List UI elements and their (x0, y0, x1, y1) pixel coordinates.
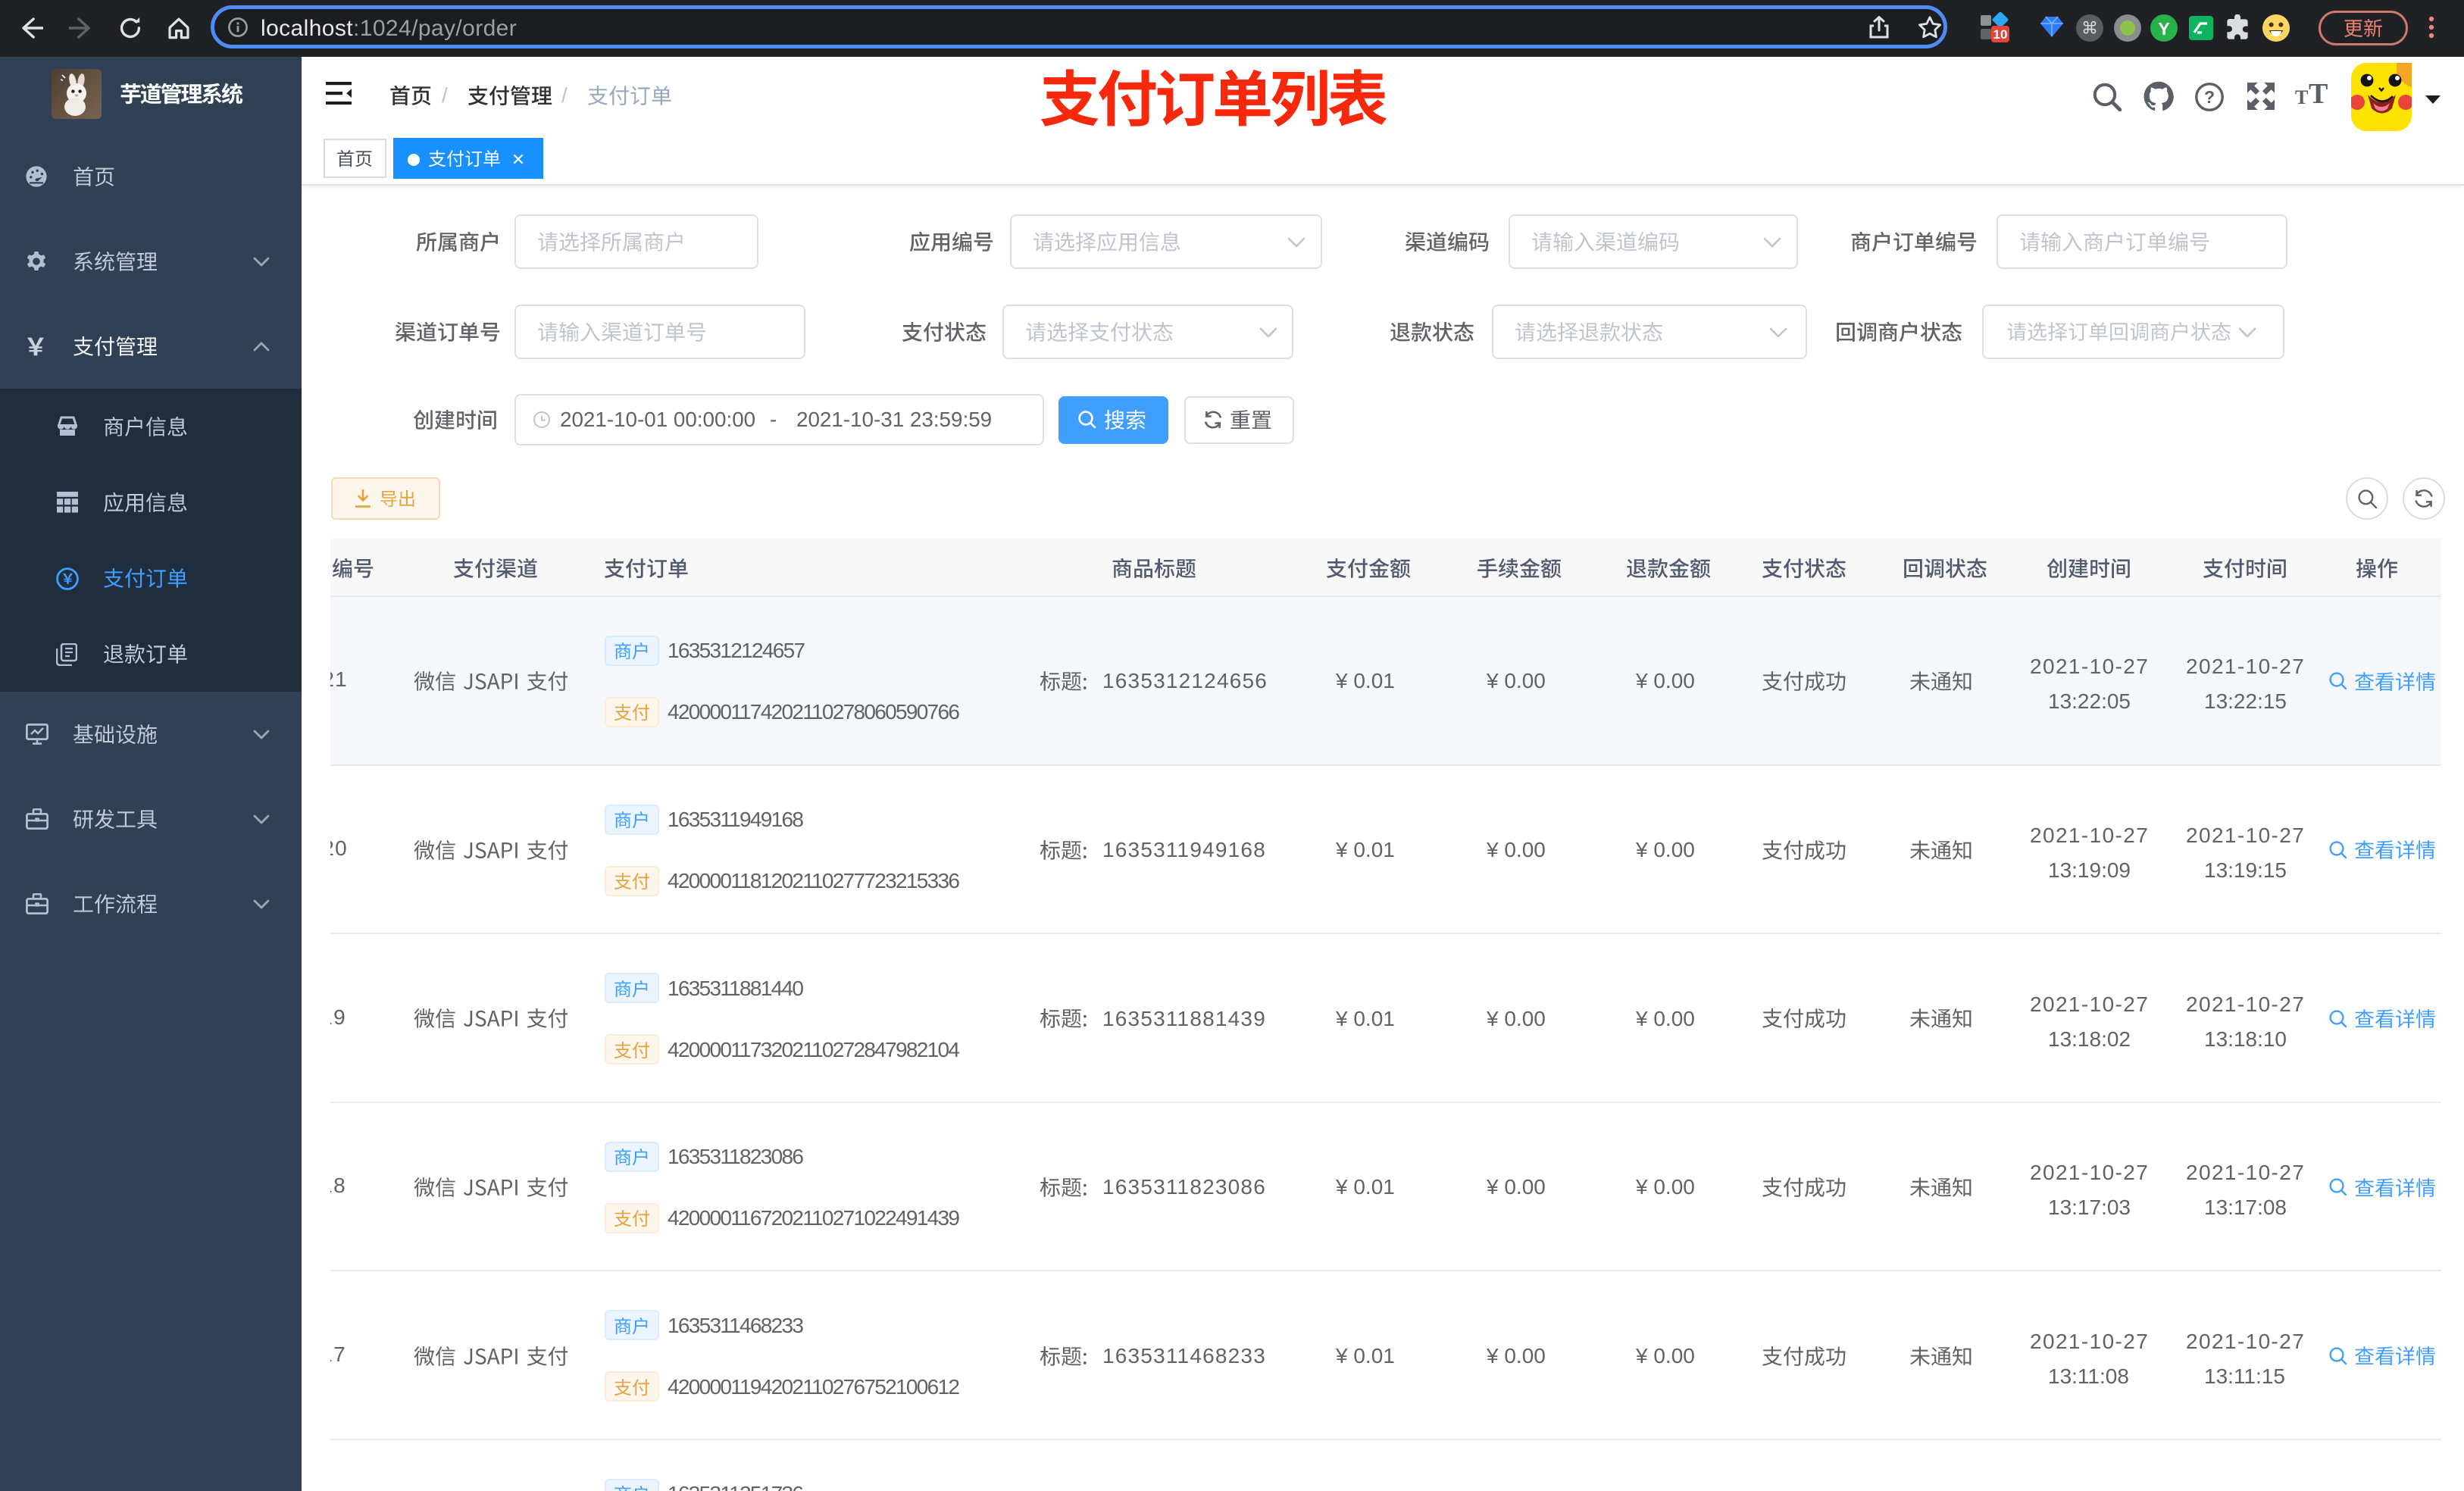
svg-text:?: ? (2204, 87, 2215, 107)
svg-text:10: 10 (1993, 27, 2008, 42)
svg-text:Y: Y (2158, 19, 2169, 39)
svg-text:⌘: ⌘ (2081, 19, 2098, 38)
